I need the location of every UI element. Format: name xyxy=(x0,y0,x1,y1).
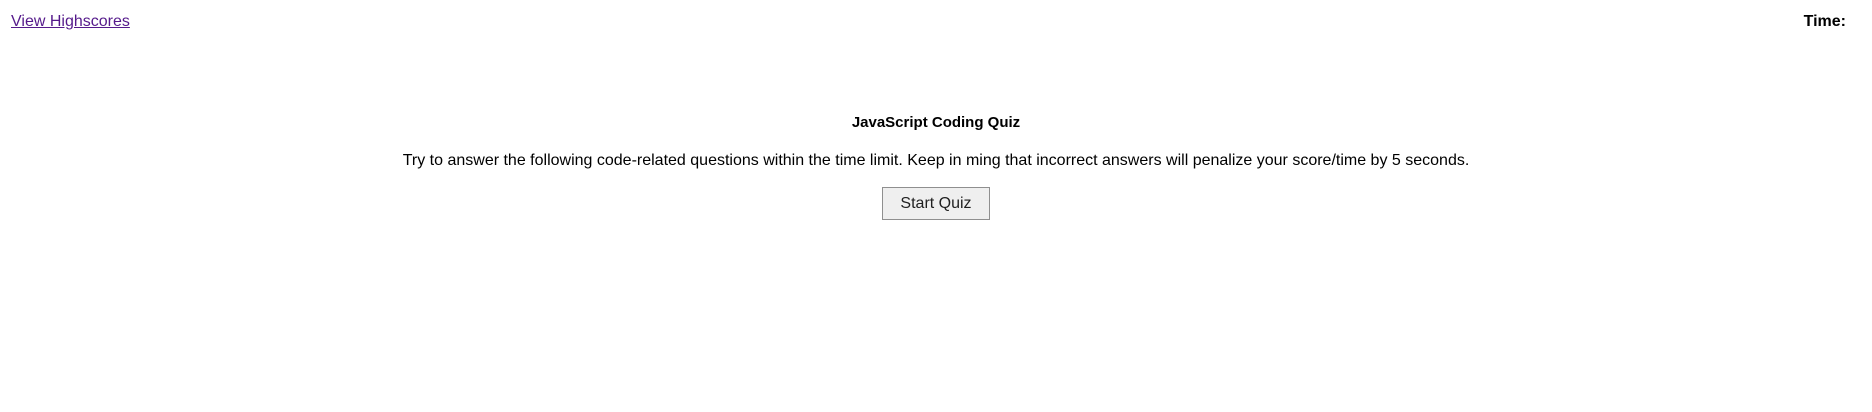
quiz-title: JavaScript Coding Quiz xyxy=(851,114,1021,131)
view-highscores-link[interactable]: View Highscores xyxy=(11,13,130,31)
timer: Time: xyxy=(1804,13,1854,31)
start-quiz-button[interactable]: Start Quiz xyxy=(882,187,990,220)
quiz-intro: JavaScript Coding Quiz Try to answer the… xyxy=(0,112,1872,220)
top-bar: View Highscores Time: xyxy=(0,0,1872,50)
quiz-description: Try to answer the following code-related… xyxy=(402,152,1470,169)
timer-label: Time: xyxy=(1803,13,1846,30)
